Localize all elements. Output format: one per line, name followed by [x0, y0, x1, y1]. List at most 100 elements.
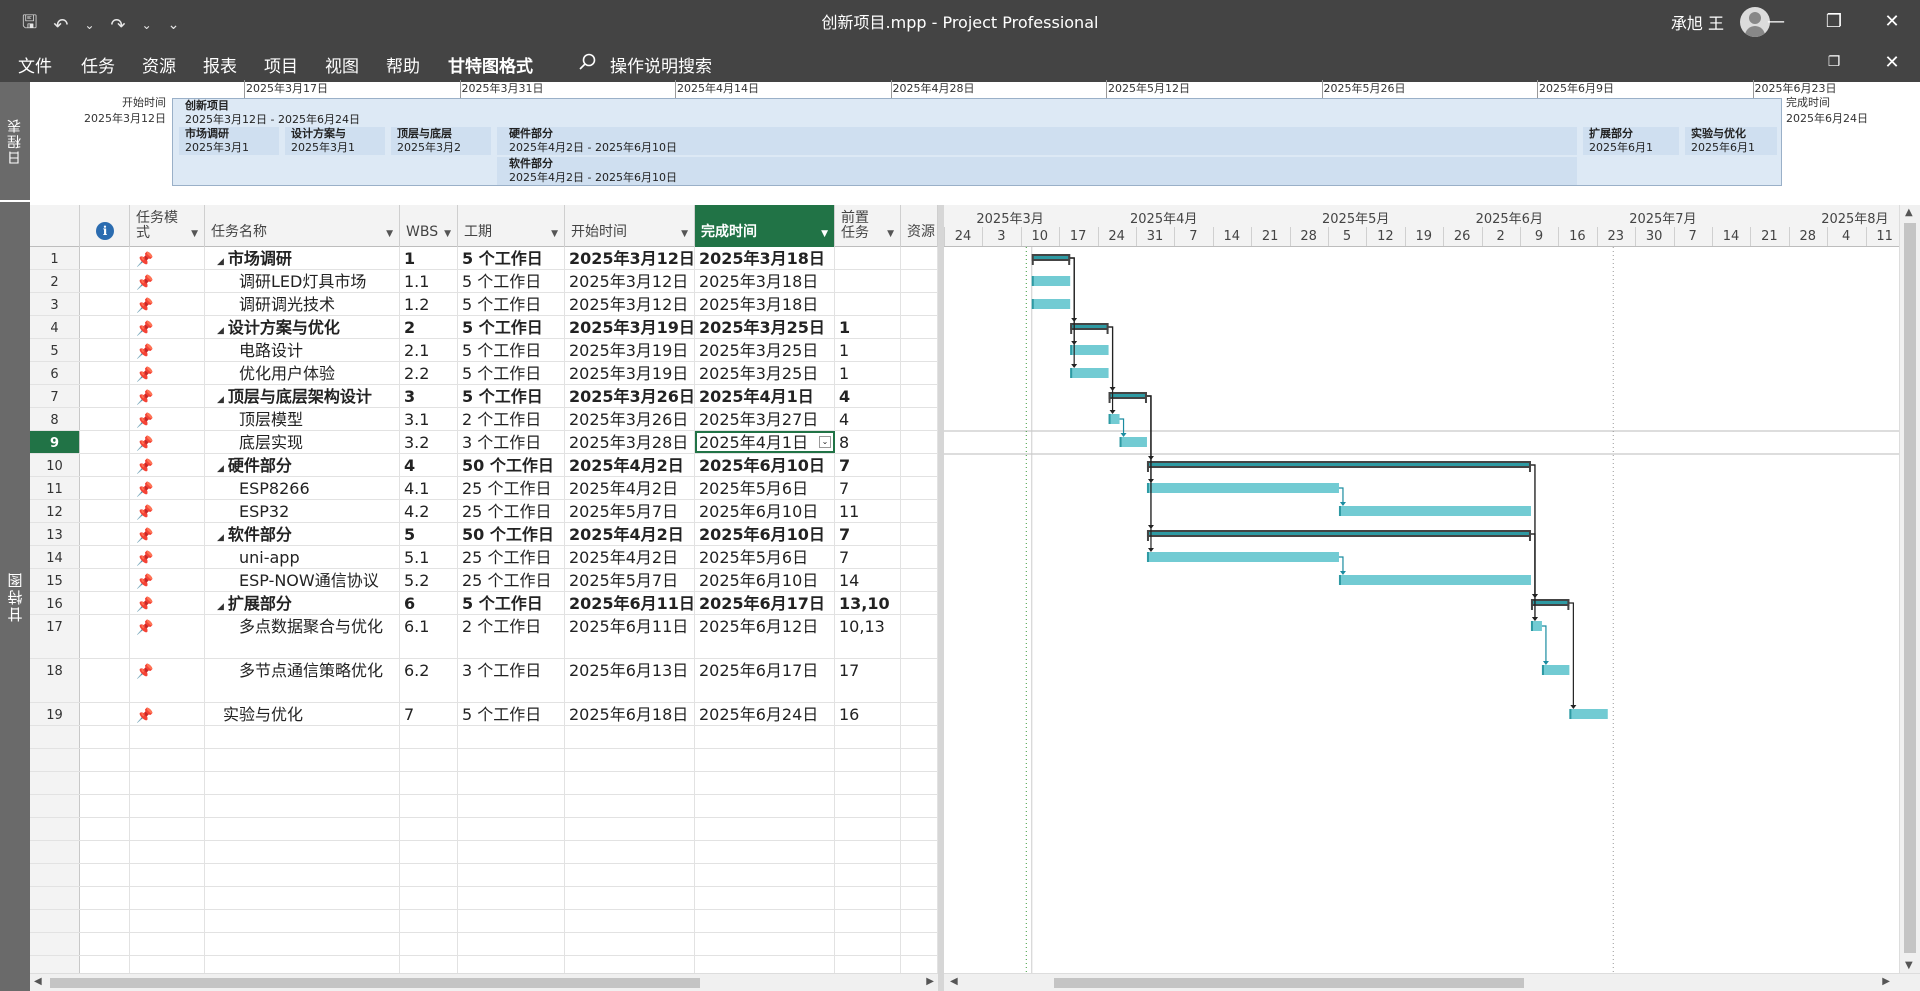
empty-cell[interactable] [901, 887, 938, 909]
task-mode-cell[interactable]: 📌 [130, 659, 205, 702]
duration-cell[interactable]: 5 个工作日 [458, 247, 565, 269]
duration-cell[interactable]: 25 个工作日 [458, 569, 565, 591]
undo-icon[interactable]: ↶ [53, 15, 68, 36]
collapse-triangle-icon[interactable]: ◢ [217, 602, 224, 612]
empty-cell[interactable] [30, 864, 80, 886]
wbs-cell[interactable]: 6.1 [400, 615, 458, 658]
empty-cell[interactable] [835, 795, 901, 817]
empty-cell[interactable] [901, 818, 938, 840]
duration-cell[interactable]: 5 个工作日 [458, 293, 565, 315]
empty-cell[interactable] [130, 818, 205, 840]
resource-cell[interactable] [901, 270, 938, 292]
empty-cell[interactable] [205, 910, 400, 932]
empty-cell[interactable] [835, 864, 901, 886]
collapse-triangle-icon[interactable]: ◢ [217, 464, 224, 474]
empty-cell[interactable] [80, 864, 130, 886]
predecessors-cell[interactable]: 1 [835, 362, 901, 384]
wbs-cell[interactable]: 6 [400, 592, 458, 614]
empty-cell[interactable] [400, 818, 458, 840]
task-mode-cell[interactable]: 📌 [130, 339, 205, 361]
empty-cell[interactable] [901, 772, 938, 794]
table-row[interactable]: 3 📌 调研调光技术 1.2 5 个工作日 2025年3月12日 2025年3月18日 [30, 293, 938, 316]
row-number[interactable]: 14 [30, 546, 80, 568]
wbs-cell[interactable]: 6.2 [400, 659, 458, 702]
empty-cell[interactable] [205, 795, 400, 817]
start-cell[interactable]: 2025年4月2日 [565, 546, 695, 568]
empty-cell[interactable] [565, 887, 695, 909]
empty-cell[interactable] [565, 726, 695, 748]
user-name[interactable]: 承旭 王 [1671, 10, 1724, 34]
table-horizontal-scrollbar[interactable]: ◀ ▶ [30, 973, 938, 991]
resource-cell[interactable] [901, 339, 938, 361]
wbs-cell[interactable]: 1 [400, 247, 458, 269]
table-row[interactable]: 8 📌 顶层模型 3.1 2 个工作日 2025年3月26日 2025年3月27日 4 [30, 408, 938, 431]
minimize-button[interactable]: — [1748, 0, 1804, 42]
empty-cell[interactable] [130, 933, 205, 955]
task-mode-cell[interactable]: 📌 [130, 477, 205, 499]
resource-cell[interactable] [901, 523, 938, 545]
predecessors-cell[interactable]: 4 [835, 408, 901, 430]
task-bar[interactable] [1338, 506, 1531, 516]
empty-cell[interactable] [458, 910, 565, 932]
tab-gantt-format[interactable]: 甘特图格式 [448, 52, 533, 77]
task-mode-cell[interactable]: 📌 [130, 703, 205, 725]
empty-cell[interactable] [695, 795, 835, 817]
empty-cell[interactable] [205, 772, 400, 794]
empty-cell[interactable] [205, 864, 400, 886]
search-icon[interactable] [578, 52, 598, 72]
empty-cell[interactable] [205, 818, 400, 840]
row-number[interactable]: 19 [30, 703, 80, 725]
finish-cell[interactable]: 2025年6月10日 [695, 500, 835, 522]
task-name-cell[interactable]: 电路设计 [205, 339, 400, 361]
empty-row[interactable] [30, 818, 938, 841]
empty-cell[interactable] [80, 818, 130, 840]
column-start[interactable]: 开始时间 ▼ [565, 205, 695, 247]
redo-icon[interactable]: ↷ [111, 15, 126, 36]
collapse-triangle-icon[interactable]: ◢ [217, 533, 224, 543]
close-document-button[interactable]: ✕ [1864, 41, 1920, 83]
task-mode-cell[interactable]: 📌 [130, 362, 205, 384]
empty-cell[interactable] [80, 910, 130, 932]
start-cell[interactable]: 2025年3月28日 [565, 431, 695, 453]
empty-cell[interactable] [835, 887, 901, 909]
empty-cell[interactable] [901, 933, 938, 955]
task-mode-cell[interactable]: 📌 [130, 615, 205, 658]
start-cell[interactable]: 2025年5月7日 [565, 500, 695, 522]
tab-file[interactable]: 文件 [18, 52, 52, 77]
empty-row[interactable] [30, 841, 938, 864]
empty-cell[interactable] [80, 726, 130, 748]
row-number[interactable]: 6 [30, 362, 80, 384]
empty-row[interactable] [30, 795, 938, 818]
empty-cell[interactable] [565, 749, 695, 771]
predecessors-cell[interactable]: 14 [835, 569, 901, 591]
empty-row[interactable] [30, 910, 938, 933]
row-number[interactable]: 8 [30, 408, 80, 430]
table-row[interactable]: 16 📌 ◢ 扩展部分 6 5 个工作日 2025年6月11日 2025年6月17日 13,10 [30, 592, 938, 615]
empty-cell[interactable] [130, 772, 205, 794]
wbs-cell[interactable]: 3.2 [400, 431, 458, 453]
duration-cell[interactable]: 5 个工作日 [458, 385, 565, 407]
empty-cell[interactable] [901, 864, 938, 886]
finish-cell[interactable]: 2025年3月27日 [695, 408, 835, 430]
column-predecessors[interactable]: 前置任务 ▼ [835, 205, 901, 247]
predecessors-cell[interactable]: 7 [835, 477, 901, 499]
task-mode-cell[interactable]: 📌 [130, 431, 205, 453]
wbs-cell[interactable]: 4 [400, 454, 458, 476]
column-wbs[interactable]: WBS ▼ [400, 205, 458, 247]
resource-cell[interactable] [901, 454, 938, 476]
timeline-item[interactable]: 市场调研 2025年3月1 [185, 127, 249, 155]
empty-cell[interactable] [695, 749, 835, 771]
empty-cell[interactable] [400, 772, 458, 794]
row-number[interactable]: 18 [30, 659, 80, 702]
start-cell[interactable]: 2025年3月19日 [565, 362, 695, 384]
empty-cell[interactable] [695, 841, 835, 863]
empty-cell[interactable] [458, 726, 565, 748]
task-name-cell[interactable]: 调研调光技术 [205, 293, 400, 315]
table-row[interactable]: 1 📌 ◢ 市场调研 1 5 个工作日 2025年3月12日 2025年3月18日 [30, 247, 938, 270]
collapse-triangle-icon[interactable]: ◢ [217, 395, 224, 405]
empty-cell[interactable] [30, 772, 80, 794]
start-cell[interactable]: 2025年3月26日 [565, 385, 695, 407]
empty-cell[interactable] [458, 864, 565, 886]
restore-ribbon-button[interactable]: ❐ [1806, 41, 1862, 83]
predecessors-cell[interactable] [835, 247, 901, 269]
